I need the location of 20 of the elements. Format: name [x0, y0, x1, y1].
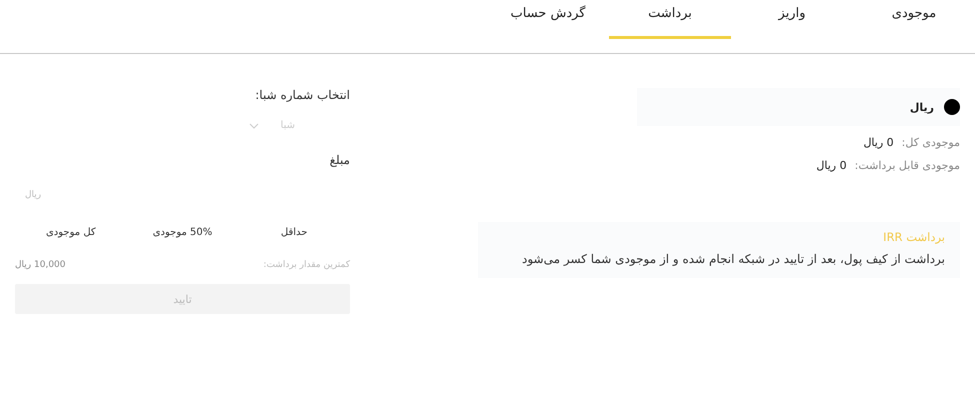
tab[interactable]: گردش حساب — [487, 0, 609, 39]
minimum-value: 10,000 ریال — [15, 260, 66, 270]
chevron-down-icon — [248, 122, 259, 128]
quick-amount-button[interactable]: 50% موجودی — [126, 223, 238, 242]
quick-amount-button[interactable]: کل موجودی — [14, 223, 127, 242]
balance-value: 0 ریال — [863, 136, 894, 149]
amount-label: مبلغ — [328, 153, 350, 167]
notice-text: برداشت از کیف پول، بعد از تایید در شبکه انجام شده و از موجودی شما کسر می‌شود — [521, 252, 945, 266]
currency-icon — [944, 99, 960, 115]
quick-amount-button[interactable]: حداقل — [238, 223, 350, 242]
tab[interactable]: موجودی — [853, 0, 975, 39]
notice-title: برداشت IRR — [882, 230, 945, 244]
sheba-label: انتخاب شماره شبا: — [254, 88, 350, 102]
tab[interactable]: واریز — [731, 0, 853, 39]
balance-label: موجودی کل: — [902, 136, 960, 149]
balance-value: 0 ریال — [816, 159, 847, 172]
tab[interactable]: برداشت — [609, 0, 731, 39]
currency-name: ریال — [910, 100, 934, 114]
balance-label: موجودی قابل برداشت: — [854, 159, 960, 172]
minimum-label: کمترین مقدار برداشت: — [263, 260, 350, 270]
